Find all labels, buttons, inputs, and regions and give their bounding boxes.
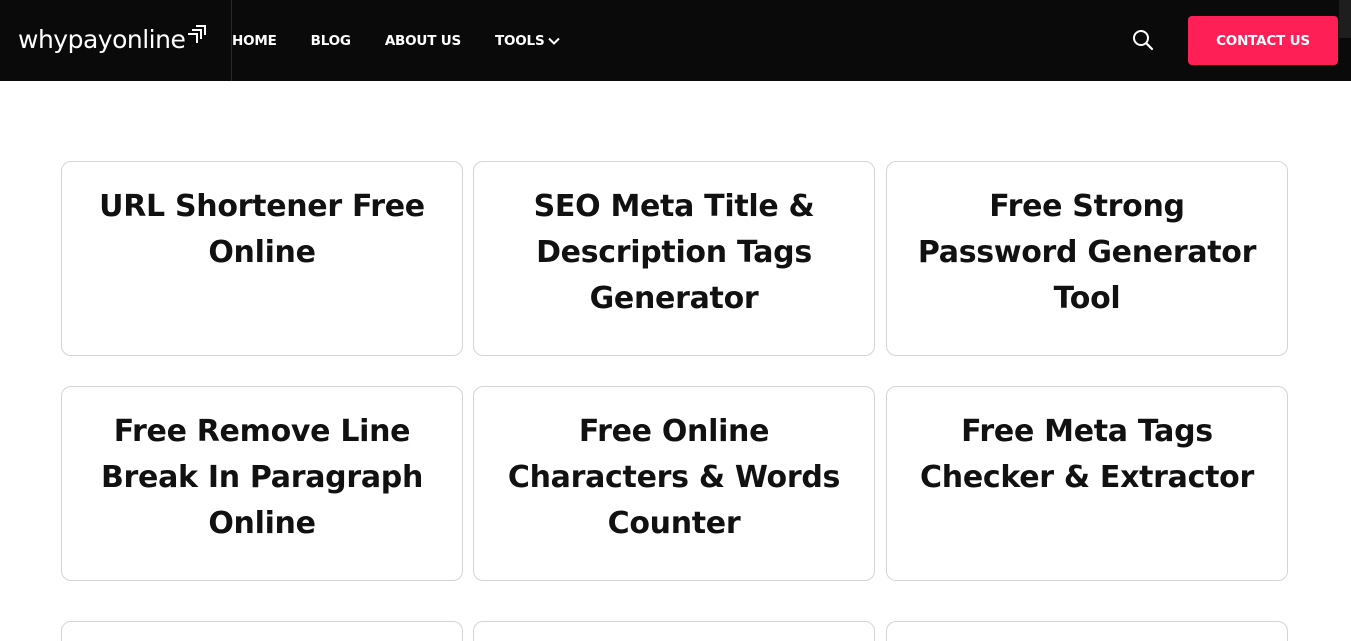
tool-card[interactable]: SEO Meta Title & Description Tags Genera… (473, 161, 875, 356)
nav-tools-dropdown[interactable]: TOOLS (495, 33, 561, 49)
nav-about-us[interactable]: ABOUT US (385, 33, 461, 49)
logo-text: whypayonline (18, 25, 186, 54)
scrollbar-edge (1339, 0, 1351, 38)
main-nav: HOME BLOG ABOUT US TOOLS (232, 0, 594, 81)
tool-card-title: Free Online Characters & Words Counter (507, 414, 841, 541)
logo-arrows-icon (188, 25, 207, 43)
tool-card[interactable]: Free Strong Password Generator Tool (886, 161, 1288, 356)
search-icon[interactable] (1132, 29, 1154, 51)
tool-card-title: SEO Meta Title & Description Tags Genera… (533, 189, 815, 316)
tool-card-title: URL Shortener Free Online (99, 189, 425, 270)
contact-us-button[interactable]: CONTACT US (1188, 16, 1338, 65)
tool-card[interactable]: Free Online Characters & Words Counter (473, 386, 875, 581)
chevron-down-icon (548, 37, 561, 45)
site-logo[interactable]: whypayonline (18, 22, 207, 58)
nav-blog[interactable]: BLOG (311, 33, 351, 49)
tool-card[interactable]: URL Shortener Free Online (61, 161, 463, 356)
top-navigation-bar: whypayonline HOME BLOG ABOUT US TOOLS CO… (0, 0, 1351, 81)
tool-card[interactable]: Free Meta Tags Checker & Extractor (886, 386, 1288, 581)
tool-card-partial[interactable] (61, 621, 463, 641)
tool-card-partial[interactable] (886, 621, 1288, 641)
tool-card-title: Free Meta Tags Checker & Extractor (920, 414, 1254, 495)
tool-card-title: Free Strong Password Generator Tool (917, 189, 1257, 316)
tool-card-partial[interactable] (473, 621, 875, 641)
tool-card[interactable]: Free Remove Line Break In Paragraph Onli… (61, 386, 463, 581)
nav-home[interactable]: HOME (232, 33, 277, 49)
tool-card-title: Free Remove Line Break In Paragraph Onli… (100, 414, 424, 541)
